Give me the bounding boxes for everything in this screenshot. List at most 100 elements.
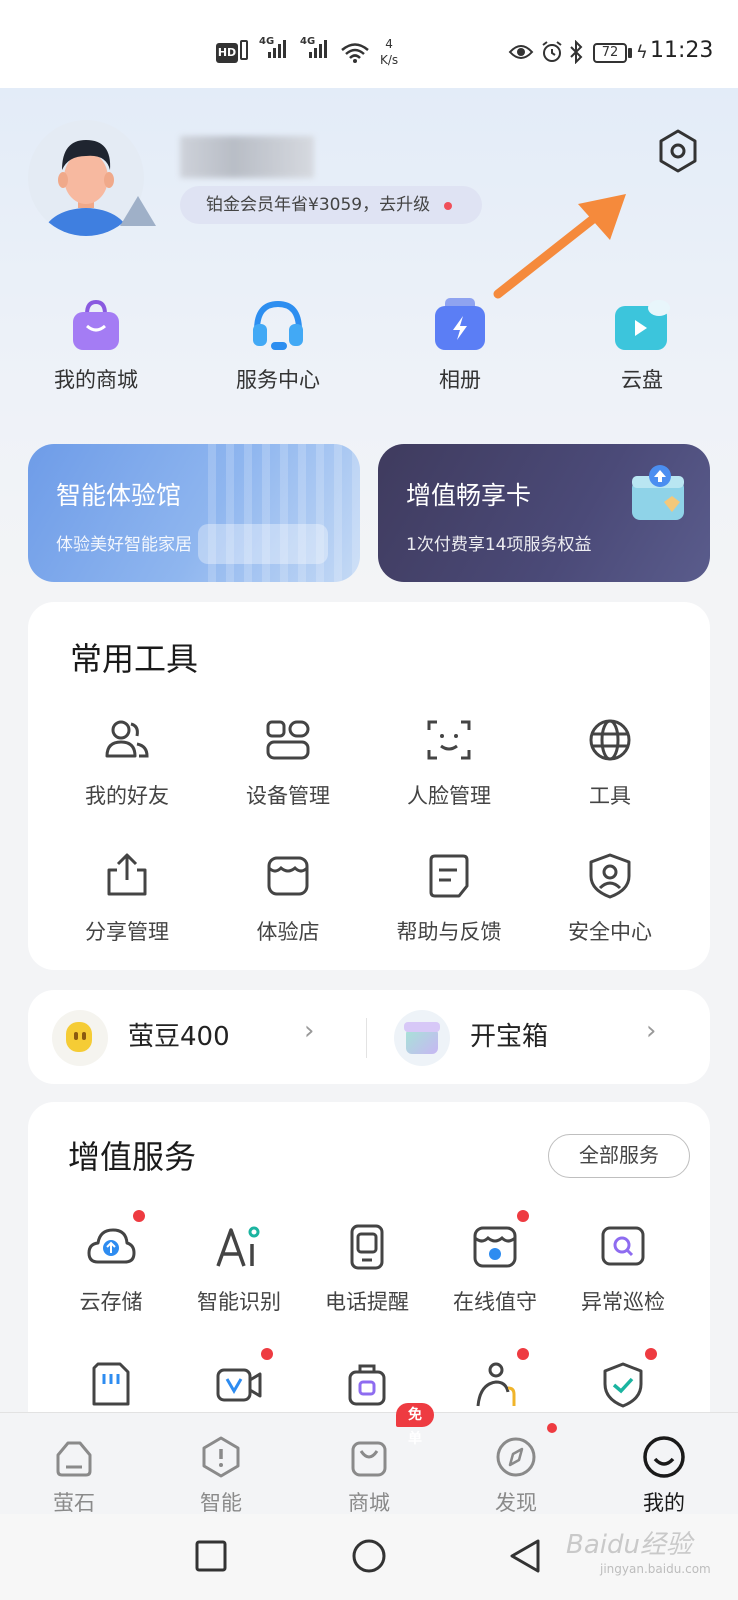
- tool-device-manage[interactable]: 设备管理: [208, 714, 368, 810]
- tool-help-feedback[interactable]: 帮助与反馈: [369, 850, 529, 946]
- tab-discover[interactable]: 发现: [451, 1413, 581, 1517]
- shopping-bag-icon: [67, 296, 125, 354]
- service-video[interactable]: [175, 1348, 303, 1414]
- back-icon[interactable]: [508, 1538, 542, 1574]
- free-order-badge: 免单: [396, 1403, 434, 1447]
- smart-experience-banner[interactable]: 智能体验馆 体验美好智能家居: [28, 444, 360, 582]
- friends-icon: [105, 720, 149, 758]
- quick-link-label: 云盘: [621, 368, 663, 392]
- service-label: 云存储: [79, 1290, 143, 1314]
- tool-face-manage[interactable]: 人脸管理: [369, 714, 529, 810]
- quick-link-label: 相册: [439, 368, 481, 392]
- service-phone-reminder[interactable]: 电话提醒: [303, 1222, 431, 1316]
- signal-icon-2: [309, 40, 327, 58]
- album-icon: [431, 296, 489, 354]
- cloud-upload-icon: [87, 1228, 136, 1264]
- service-label: 异常巡检: [581, 1290, 665, 1314]
- tool-tools[interactable]: 工具: [530, 714, 690, 810]
- smart-icon: [202, 1436, 240, 1478]
- badge-dot: [517, 1348, 529, 1360]
- tab-mall[interactable]: 商城 免单: [304, 1403, 434, 1517]
- tab-label: 发现: [495, 1491, 537, 1515]
- tab-me[interactable]: 我的: [599, 1413, 729, 1517]
- quick-link-service[interactable]: 服务中心: [208, 296, 348, 394]
- wifi-icon: [341, 43, 369, 63]
- shield-check-icon: [603, 1362, 643, 1408]
- home-icon: [56, 1441, 92, 1477]
- treasure-box-icon: [394, 1010, 450, 1066]
- tool-security-center[interactable]: 安全中心: [530, 850, 690, 946]
- tab-label: 智能: [200, 1491, 242, 1515]
- service-inspection[interactable]: 异常巡检: [559, 1222, 687, 1316]
- luggage-icon: [348, 1364, 386, 1406]
- tool-store[interactable]: 体验店: [208, 850, 368, 946]
- bottom-tab-bar: 萤石 智能 商城 免单 发现 我的: [0, 1403, 738, 1517]
- online-guard-icon: [473, 1226, 517, 1268]
- service-cloud-storage[interactable]: 云存储: [47, 1210, 175, 1316]
- divider: [366, 1018, 367, 1058]
- sofa-illustration: [198, 524, 328, 564]
- service-sd-card[interactable]: [47, 1360, 175, 1414]
- signal-icon: [268, 40, 286, 58]
- settings-icon[interactable]: [655, 128, 701, 174]
- tool-friends[interactable]: 我的好友: [47, 714, 207, 810]
- cloud-drive-icon: [613, 296, 671, 354]
- service-label: 在线值守: [453, 1290, 537, 1314]
- compass-icon: [496, 1437, 536, 1477]
- ai-icon: [216, 1226, 260, 1267]
- service-protection[interactable]: [559, 1348, 687, 1414]
- quick-link-cloud[interactable]: 云盘: [572, 296, 712, 394]
- tab-home[interactable]: 萤石: [9, 1413, 139, 1517]
- common-tools-card: 常用工具 我的好友 设备管理 人脸管理 工具 分享管理 体验店 帮助与反馈 安全…: [28, 602, 710, 970]
- feedback-icon: [429, 854, 469, 898]
- tool-label: 体验店: [256, 920, 320, 944]
- baidu-watermark: Baidu经验: [566, 1530, 692, 1560]
- globe-icon: [589, 719, 631, 761]
- service-elderly-care[interactable]: [431, 1348, 559, 1414]
- tool-label: 分享管理: [85, 920, 169, 944]
- headset-icon: [249, 296, 307, 354]
- share-icon: [107, 853, 147, 896]
- charging-icon: ϟ: [636, 42, 648, 63]
- device-manage-icon: [266, 720, 310, 760]
- tab-label: 我的: [643, 1491, 685, 1515]
- chevron-right-icon: ›: [646, 1016, 657, 1046]
- value-card-banner[interactable]: 增值畅享卡 1次付费享14项服务权益: [378, 444, 710, 582]
- status-bar: HD 4G 4G 4 K/s 72 ϟ 11:23: [0, 0, 738, 88]
- tab-label: 商城: [348, 1491, 390, 1515]
- service-label: 电话提醒: [325, 1290, 409, 1314]
- recent-apps-icon[interactable]: [195, 1540, 227, 1572]
- beans-entry[interactable]: 萤豆400 ›: [28, 990, 368, 1084]
- home-circle-icon[interactable]: [351, 1538, 387, 1574]
- banner-title: 增值畅享卡: [406, 481, 532, 510]
- tool-label: 安全中心: [568, 920, 652, 944]
- quick-link-mall[interactable]: 我的商城: [26, 296, 166, 394]
- section-title: 常用工具: [70, 640, 199, 678]
- tool-share-manage[interactable]: 分享管理: [47, 850, 207, 946]
- badge-dot: [517, 1210, 529, 1222]
- tab-label: 萤石: [53, 1491, 95, 1515]
- service-online-guard[interactable]: 在线值守: [431, 1210, 559, 1316]
- all-services-button[interactable]: 全部服务: [548, 1134, 690, 1178]
- badge-dot: [261, 1348, 273, 1360]
- treasure-entry[interactable]: 开宝箱 ›: [370, 990, 710, 1084]
- member-upgrade-pill[interactable]: 铂金会员年省¥3059，去升级: [180, 186, 482, 224]
- phone-icon: [350, 1224, 384, 1270]
- tool-label: 工具: [589, 784, 631, 808]
- tool-label: 我的好友: [85, 784, 169, 808]
- security-icon: [589, 853, 631, 899]
- section-title: 增值服务: [68, 1138, 197, 1176]
- sd-card-icon: [92, 1362, 130, 1406]
- badge-dot: [645, 1348, 657, 1360]
- tab-smart[interactable]: 智能: [156, 1413, 286, 1517]
- badge-dot: [547, 1423, 557, 1433]
- notification-dot: [444, 202, 452, 210]
- beans-label: 萤豆400: [128, 1022, 230, 1052]
- mall-icon: [351, 1441, 387, 1477]
- quick-link-album[interactable]: 相册: [390, 296, 530, 394]
- tool-label: 帮助与反馈: [396, 920, 502, 944]
- net-speed-unit: K/s: [380, 53, 399, 67]
- service-ai-recognition[interactable]: 智能识别: [175, 1222, 303, 1316]
- tool-label: 人脸管理: [407, 784, 491, 808]
- store-icon: [267, 856, 309, 896]
